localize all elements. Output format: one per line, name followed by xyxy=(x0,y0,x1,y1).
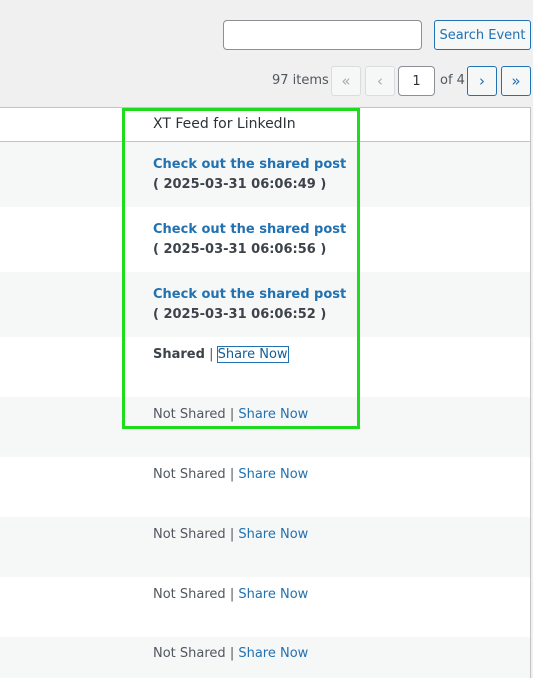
table-row: Not Shared | Share Now xyxy=(0,457,530,517)
table-row: Check out the shared post ( 2025-03-31 0… xyxy=(0,272,530,337)
column-header-xt-feed-linkedin[interactable]: XT Feed for LinkedIn xyxy=(153,116,296,132)
share-now-link[interactable]: Share Now xyxy=(238,527,308,542)
events-table: XT Feed for LinkedIn Check out the share… xyxy=(0,107,531,678)
share-now-link[interactable]: Share Now xyxy=(238,467,308,482)
current-page-input[interactable] xyxy=(398,66,435,96)
share-status: Not Shared | Share Now xyxy=(153,407,308,422)
items-count: 97 items xyxy=(272,73,329,88)
table-row: Not Shared | Share Now xyxy=(0,517,530,577)
table-row: Check out the shared post ( 2025-03-31 0… xyxy=(0,142,530,207)
search-input[interactable] xyxy=(223,20,422,50)
share-status: Not Shared | Share Now xyxy=(153,467,308,482)
status-separator: | xyxy=(225,407,239,422)
search-event-button[interactable]: Search Event xyxy=(434,20,531,50)
share-status: Not Shared | Share Now xyxy=(153,646,308,661)
share-status: Not Shared | Share Now xyxy=(153,527,308,542)
share-now-link[interactable]: Share Now xyxy=(216,346,289,363)
share-now-link[interactable]: Share Now xyxy=(238,407,308,422)
shared-post-date: ( 2025-03-31 06:06:49 ) xyxy=(153,177,327,192)
shared-post-link[interactable]: Check out the shared post xyxy=(153,157,346,172)
status-label: Shared xyxy=(153,347,205,362)
status-separator: | xyxy=(225,587,239,602)
share-now-link[interactable]: Share Now xyxy=(238,646,308,661)
status-label: Not Shared xyxy=(153,527,226,542)
status-separator: | xyxy=(225,527,239,542)
status-label: Not Shared xyxy=(153,407,226,422)
status-separator: | xyxy=(225,467,239,482)
share-status: Shared | Share Now xyxy=(153,346,289,363)
status-label: Not Shared xyxy=(153,646,226,661)
share-status: Not Shared | Share Now xyxy=(153,587,308,602)
shared-post-date: ( 2025-03-31 06:06:56 ) xyxy=(153,242,327,257)
status-separator: | xyxy=(225,646,239,661)
total-pages-label: of 4 xyxy=(440,73,465,88)
shared-post-link[interactable]: Check out the shared post xyxy=(153,287,346,302)
table-row: Not Shared | Share Now xyxy=(0,577,530,637)
status-label: Not Shared xyxy=(153,587,226,602)
table-row: Shared | Share Now xyxy=(0,337,530,397)
table-row: Not Shared | Share Now xyxy=(0,397,530,457)
first-page-button: « xyxy=(331,66,361,96)
status-separator: | xyxy=(204,347,218,362)
status-label: Not Shared xyxy=(153,467,226,482)
next-page-button[interactable]: › xyxy=(467,66,497,96)
shared-post-date: ( 2025-03-31 06:06:52 ) xyxy=(153,307,327,322)
last-page-button[interactable]: » xyxy=(501,66,531,96)
table-row: Check out the shared post ( 2025-03-31 0… xyxy=(0,207,530,272)
shared-post-link[interactable]: Check out the shared post xyxy=(153,222,346,237)
prev-page-button: ‹ xyxy=(365,66,395,96)
table-header: XT Feed for LinkedIn xyxy=(0,108,530,142)
table-row: Not Shared | Share Now xyxy=(0,637,530,678)
share-now-link[interactable]: Share Now xyxy=(238,587,308,602)
